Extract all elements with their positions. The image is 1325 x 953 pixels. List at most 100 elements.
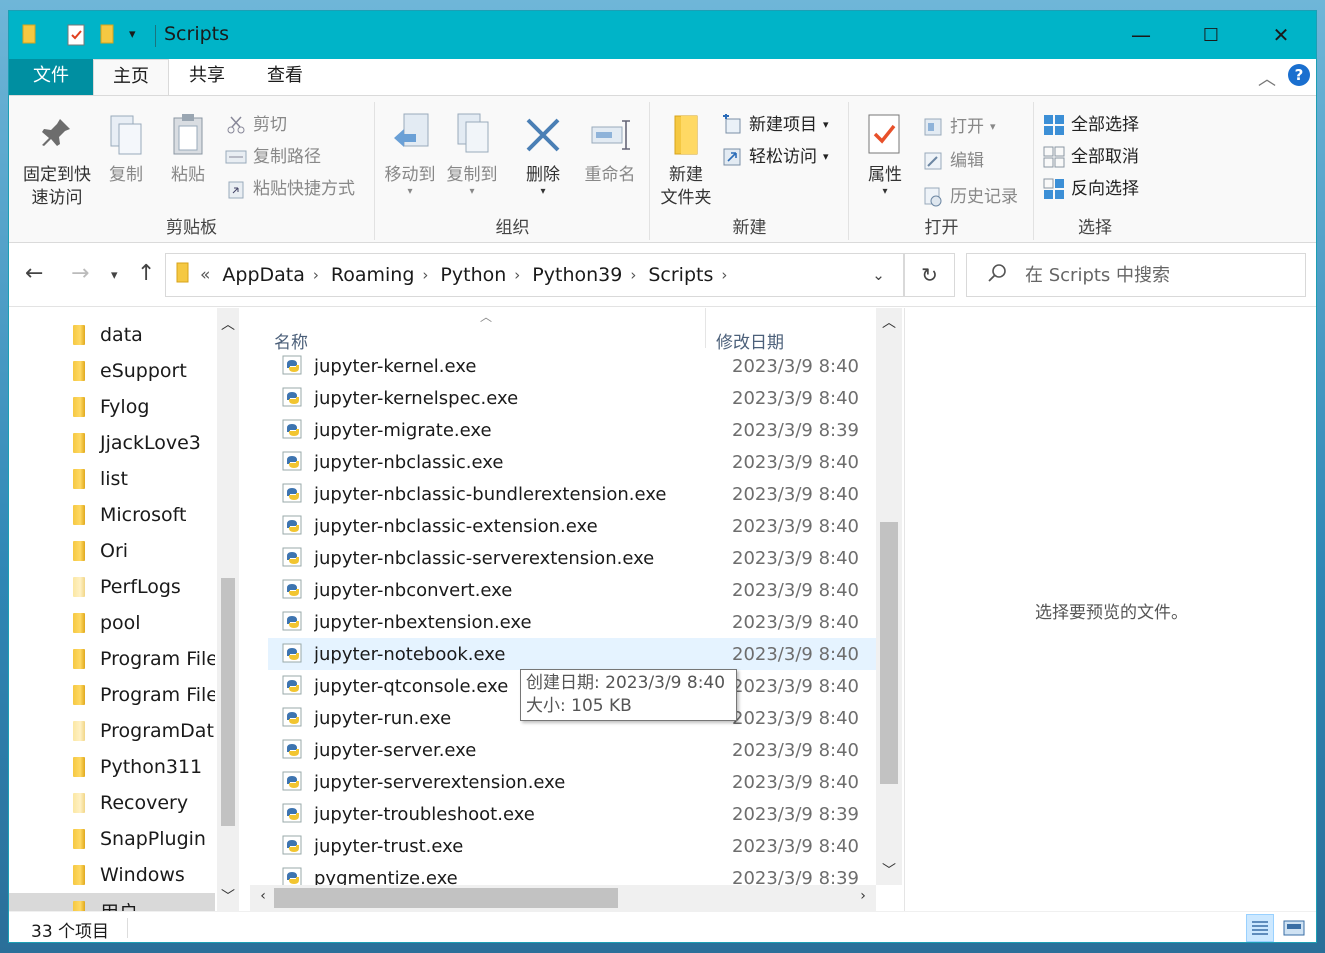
tab-view[interactable]: 查看 <box>247 59 323 95</box>
nav-item[interactable]: Python311 <box>9 749 215 785</box>
nav-pane-scroll-thumb[interactable] <box>221 578 235 826</box>
chevron-right-icon[interactable]: › <box>422 266 428 284</box>
close-button[interactable]: ✕ <box>1246 11 1316 59</box>
file-row[interactable]: jupyter-server.exe 2023/3/9 8:40 <box>268 734 876 766</box>
nav-item[interactable]: ProgramData <box>9 713 215 749</box>
breadcrumb-python[interactable]: Python <box>440 264 506 286</box>
search-box[interactable] <box>966 253 1306 297</box>
tab-share[interactable]: 共享 <box>169 59 245 95</box>
cut-button[interactable]: 剪切 <box>225 110 287 140</box>
select-none-button[interactable]: 全部取消 <box>1043 142 1139 172</box>
select-all-button[interactable]: 全部选择 <box>1043 110 1139 140</box>
scroll-down-arrow-icon[interactable]: ﹀ <box>878 860 900 880</box>
maximize-button[interactable]: ☐ <box>1176 11 1246 59</box>
breadcrumb-roaming[interactable]: Roaming <box>331 264 415 286</box>
nav-item[interactable]: Recovery <box>9 785 215 821</box>
edit-button[interactable]: 编辑 <box>922 146 984 176</box>
folder-icon[interactable] <box>21 23 39 49</box>
scroll-right-arrow-icon[interactable]: › <box>852 888 874 904</box>
file-row[interactable]: jupyter-serverextension.exe 2023/3/9 8:40 <box>268 766 876 798</box>
new-folder-quick-icon[interactable] <box>99 23 117 49</box>
recent-locations-chevron-icon[interactable]: ▾ <box>111 268 118 283</box>
address-bar[interactable]: « AppData › Roaming › Python › Python39 › Sc… <box>165 253 905 297</box>
nav-item[interactable]: data <box>9 317 215 353</box>
copy-to-button[interactable]: 复制到 ▾ <box>444 108 500 197</box>
nav-item[interactable]: SnapPlugin <box>9 821 215 857</box>
file-row[interactable]: jupyter-notebook.exe 2023/3/9 8:40 <box>268 638 876 670</box>
back-arrow-icon[interactable]: ← <box>25 261 43 286</box>
nav-item[interactable]: PerfLogs <box>9 569 215 605</box>
copy-path-button[interactable]: 复制路径 <box>225 142 321 172</box>
address-history-chevron-icon[interactable]: ⌄ <box>854 254 904 296</box>
nav-item[interactable]: Ori <box>9 533 215 569</box>
help-icon[interactable]: ? <box>1288 64 1310 86</box>
file-row[interactable]: jupyter-nbclassic.exe 2023/3/9 8:40 <box>268 446 876 478</box>
invert-selection-button[interactable]: 反向选择 <box>1043 174 1139 204</box>
paste-button[interactable]: 粘贴 <box>163 108 213 187</box>
title-bar[interactable]: ▾ Scripts — ☐ ✕ <box>9 11 1316 59</box>
nav-item[interactable]: JjackLove3 <box>9 425 215 461</box>
tab-home[interactable]: 主页 <box>93 59 169 96</box>
breadcrumb-scripts[interactable]: Scripts <box>648 264 713 286</box>
file-row[interactable]: jupyter-troubleshoot.exe 2023/3/9 8:39 <box>268 798 876 830</box>
properties-button[interactable]: 属性 ▾ <box>860 108 910 197</box>
chevron-right-icon[interactable]: › <box>630 266 636 284</box>
details-view-icon[interactable] <box>1246 914 1274 942</box>
nav-item[interactable]: eSupport <box>9 353 215 389</box>
nav-item[interactable]: Windows <box>9 857 215 893</box>
file-row[interactable]: jupyter-nbconvert.exe 2023/3/9 8:40 <box>268 574 876 606</box>
file-list-scrollbar[interactable]: ︿ ﹀ <box>876 308 902 885</box>
move-to-button[interactable]: 移动到 ▾ <box>382 108 438 197</box>
file-row[interactable]: jupyter-nbclassic-serverextension.exe 202… <box>268 542 876 574</box>
file-row[interactable]: jupyter-migrate.exe 2023/3/9 8:39 <box>268 414 876 446</box>
nav-item[interactable]: Program Files <box>9 641 215 677</box>
file-list-horizontal-scrollbar[interactable]: ‹ › <box>250 885 876 911</box>
nav-item[interactable]: list <box>9 461 215 497</box>
tab-file[interactable]: 文件 <box>9 59 93 95</box>
up-arrow-icon[interactable]: ↑ <box>137 261 155 286</box>
chevron-right-icon[interactable]: › <box>514 266 520 284</box>
file-row[interactable]: jupyter-kernelspec.exe 2023/3/9 8:40 <box>268 382 876 414</box>
large-icons-view-icon[interactable] <box>1280 914 1308 942</box>
file-list-scroll-thumb[interactable] <box>880 522 898 784</box>
pin-quick-access-button[interactable]: 固定到快 速访问 <box>19 108 95 210</box>
easy-access-button[interactable]: 轻松访问 ▾ <box>721 142 829 172</box>
chevron-right-icon[interactable]: › <box>721 266 727 284</box>
scroll-up-arrow-icon[interactable]: ︿ <box>217 314 239 334</box>
chevron-right-icon[interactable]: › <box>313 266 319 284</box>
new-item-button[interactable]: 新建项目 ▾ <box>721 110 829 140</box>
properties-quick-icon[interactable] <box>65 23 87 51</box>
delete-button[interactable]: 删除 ▾ <box>520 108 566 197</box>
forward-arrow-icon[interactable]: → <box>71 261 89 286</box>
search-input[interactable] <box>1025 264 1285 286</box>
scroll-down-arrow-icon[interactable]: ﹀ <box>217 886 239 906</box>
file-row[interactable]: jupyter-trust.exe 2023/3/9 8:40 <box>268 830 876 862</box>
nav-item[interactable]: 用户 <box>9 893 215 911</box>
collapse-ribbon-icon[interactable]: ︿ <box>1258 65 1276 91</box>
open-button[interactable]: 打开 ▾ <box>922 112 996 142</box>
scroll-left-arrow-icon[interactable]: ‹ <box>252 888 274 904</box>
customize-quick-access-icon[interactable]: ▾ <box>129 27 136 42</box>
refresh-icon[interactable]: ↻ <box>905 253 955 297</box>
nav-item[interactable]: Microsoft <box>9 497 215 533</box>
file-row[interactable]: jupyter-nbclassic-extension.exe 2023/3/9 … <box>268 510 876 542</box>
paste-shortcut-button[interactable]: 粘贴快捷方式 <box>225 174 355 204</box>
scroll-up-arrow-icon[interactable]: ︿ <box>878 312 900 332</box>
nav-item[interactable]: pool <box>9 605 215 641</box>
breadcrumb-python39[interactable]: Python39 <box>532 264 622 286</box>
file-row[interactable]: jupyter-nbclassic-bundlerextension.exe 20… <box>268 478 876 510</box>
horizontal-scroll-thumb[interactable] <box>274 888 618 908</box>
column-divider[interactable] <box>705 308 706 348</box>
rename-button[interactable]: 重命名 <box>580 108 640 187</box>
new-folder-button[interactable]: 新建 文件夹 <box>655 108 717 210</box>
nav-item[interactable]: Program Files <box>9 677 215 713</box>
copy-button[interactable]: 复制 <box>101 108 151 187</box>
breadcrumb-overflow[interactable]: « <box>200 265 210 285</box>
history-button[interactable]: 历史记录 <box>922 182 1018 212</box>
minimize-button[interactable]: — <box>1106 11 1176 59</box>
file-row[interactable]: jupyter-kernel.exe 2023/3/9 8:40 <box>268 350 876 382</box>
nav-item[interactable]: Fylog <box>9 389 215 425</box>
file-row[interactable]: jupyter-nbextension.exe 2023/3/9 8:40 <box>268 606 876 638</box>
breadcrumb-appdata[interactable]: AppData <box>222 264 305 286</box>
nav-pane-scrollbar[interactable]: ︿ ﹀ <box>217 308 239 911</box>
